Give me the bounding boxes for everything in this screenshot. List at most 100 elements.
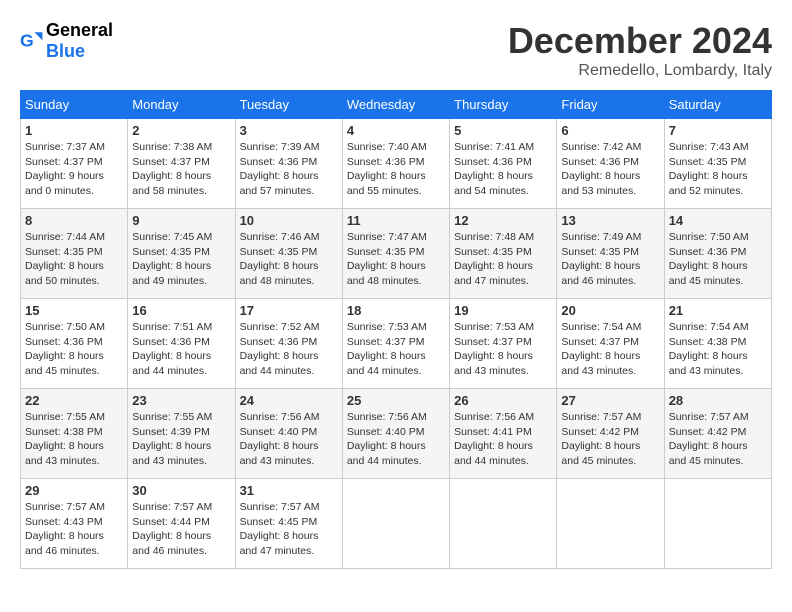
- day-info: Sunrise: 7:57 AMSunset: 4:45 PMDaylight:…: [240, 500, 338, 559]
- day-info: Sunrise: 7:46 AMSunset: 4:35 PMDaylight:…: [240, 230, 338, 289]
- day-number: 5: [454, 123, 552, 138]
- calendar-day-cell: 18Sunrise: 7:53 AMSunset: 4:37 PMDayligh…: [342, 299, 449, 389]
- location-subtitle: Remedello, Lombardy, Italy: [508, 62, 772, 80]
- col-header-sunday: Sunday: [21, 91, 128, 119]
- day-info: Sunrise: 7:56 AMSunset: 4:40 PMDaylight:…: [240, 410, 338, 469]
- calendar-day-cell: 15 Sunrise: 7:50 AMSunset: 4:36 PMDayligh…: [21, 299, 128, 389]
- logo-blue: Blue: [46, 41, 85, 61]
- calendar-day-cell: 26Sunrise: 7:56 AMSunset: 4:41 PMDayligh…: [450, 389, 557, 479]
- calendar-day-cell: 14Sunrise: 7:50 AMSunset: 4:36 PMDayligh…: [664, 209, 771, 299]
- col-header-monday: Monday: [128, 91, 235, 119]
- day-info: Sunrise: 7:57 AMSunset: 4:44 PMDaylight:…: [132, 500, 230, 559]
- empty-cell: [450, 479, 557, 569]
- calendar-day-cell: 30 Sunrise: 7:57 AMSunset: 4:44 PMDayligh…: [128, 479, 235, 569]
- day-number: 6: [561, 123, 659, 138]
- day-number: 25: [347, 393, 445, 408]
- calendar-day-cell: 3 Sunrise: 7:39 AMSunset: 4:36 PMDaylight…: [235, 119, 342, 209]
- day-info: Sunrise: 7:39 AMSunset: 4:36 PMDaylight:…: [240, 140, 338, 199]
- page-header: G GeneralBlue December 2024 Remedello, L…: [20, 20, 772, 80]
- calendar-day-cell: 11 Sunrise: 7:47 AMSunset: 4:35 PMDayligh…: [342, 209, 449, 299]
- day-info: Sunrise: 7:44 AMSunset: 4:35 PMDaylight:…: [25, 230, 123, 289]
- calendar-day-cell: 22 Sunrise: 7:55 AMSunset: 4:38 PMDayligh…: [21, 389, 128, 479]
- day-number: 10: [240, 213, 338, 228]
- day-number: 3: [240, 123, 338, 138]
- day-number: 1: [25, 123, 123, 138]
- calendar-day-cell: 4 Sunrise: 7:40 AMSunset: 4:36 PMDaylight…: [342, 119, 449, 209]
- calendar-day-cell: 28Sunrise: 7:57 AMSunset: 4:42 PMDayligh…: [664, 389, 771, 479]
- empty-cell: [557, 479, 664, 569]
- day-number: 31: [240, 483, 338, 498]
- day-info: Sunrise: 7:53 AMSunset: 4:37 PMDaylight:…: [454, 320, 552, 379]
- day-number: 29: [25, 483, 123, 498]
- logo: G GeneralBlue: [20, 20, 113, 62]
- svg-text:G: G: [20, 31, 34, 51]
- day-info: Sunrise: 7:48 AMSunset: 4:35 PMDaylight:…: [454, 230, 552, 289]
- empty-cell: [664, 479, 771, 569]
- day-number: 30: [132, 483, 230, 498]
- calendar-week-row: 29 Sunrise: 7:57 AMSunset: 4:43 PMDayligh…: [21, 479, 772, 569]
- day-info: Sunrise: 7:47 AMSunset: 4:35 PMDaylight:…: [347, 230, 445, 289]
- calendar-day-cell: 12 Sunrise: 7:48 AMSunset: 4:35 PMDayligh…: [450, 209, 557, 299]
- col-header-tuesday: Tuesday: [235, 91, 342, 119]
- calendar-day-cell: 8 Sunrise: 7:44 AMSunset: 4:35 PMDaylight…: [21, 209, 128, 299]
- day-info: Sunrise: 7:54 AMSunset: 4:37 PMDaylight:…: [561, 320, 659, 379]
- calendar-day-cell: 29 Sunrise: 7:57 AMSunset: 4:43 PMDayligh…: [21, 479, 128, 569]
- day-info: Sunrise: 7:57 AMSunset: 4:43 PMDaylight:…: [25, 500, 123, 559]
- day-info: Sunrise: 7:51 AMSunset: 4:36 PMDaylight:…: [132, 320, 230, 379]
- logo-general: GeneralBlue: [46, 20, 113, 62]
- day-info: Sunrise: 7:38 AMSunset: 4:37 PMDaylight:…: [132, 140, 230, 199]
- calendar-table: SundayMondayTuesdayWednesdayThursdayFrid…: [20, 90, 772, 569]
- col-header-wednesday: Wednesday: [342, 91, 449, 119]
- calendar-day-cell: 13 Sunrise: 7:49 AMSunset: 4:35 PMDayligh…: [557, 209, 664, 299]
- day-number: 13: [561, 213, 659, 228]
- calendar-week-row: 1 Sunrise: 7:37 AMSunset: 4:37 PMDaylight…: [21, 119, 772, 209]
- day-number: 19: [454, 303, 552, 318]
- calendar-week-row: 15 Sunrise: 7:50 AMSunset: 4:36 PMDayligh…: [21, 299, 772, 389]
- day-number: 23: [132, 393, 230, 408]
- col-header-friday: Friday: [557, 91, 664, 119]
- calendar-day-cell: 6 Sunrise: 7:42 AMSunset: 4:36 PMDaylight…: [557, 119, 664, 209]
- col-header-thursday: Thursday: [450, 91, 557, 119]
- day-info: Sunrise: 7:53 AMSunset: 4:37 PMDaylight:…: [347, 320, 445, 379]
- calendar-day-cell: 1 Sunrise: 7:37 AMSunset: 4:37 PMDaylight…: [21, 119, 128, 209]
- day-info: Sunrise: 7:55 AMSunset: 4:38 PMDaylight:…: [25, 410, 123, 469]
- day-info: Sunrise: 7:56 AMSunset: 4:41 PMDaylight:…: [454, 410, 552, 469]
- calendar-day-cell: 2 Sunrise: 7:38 AMSunset: 4:37 PMDaylight…: [128, 119, 235, 209]
- day-info: Sunrise: 7:43 AMSunset: 4:35 PMDaylight:…: [669, 140, 767, 199]
- day-info: Sunrise: 7:54 AMSunset: 4:38 PMDaylight:…: [669, 320, 767, 379]
- calendar-day-cell: 31 Sunrise: 7:57 AMSunset: 4:45 PMDayligh…: [235, 479, 342, 569]
- day-number: 28: [669, 393, 767, 408]
- day-info: Sunrise: 7:37 AMSunset: 4:37 PMDaylight:…: [25, 140, 123, 199]
- calendar-day-cell: 23Sunrise: 7:55 AMSunset: 4:39 PMDayligh…: [128, 389, 235, 479]
- calendar-day-cell: 21Sunrise: 7:54 AMSunset: 4:38 PMDayligh…: [664, 299, 771, 389]
- day-info: Sunrise: 7:42 AMSunset: 4:36 PMDaylight:…: [561, 140, 659, 199]
- col-header-saturday: Saturday: [664, 91, 771, 119]
- title-area: December 2024 Remedello, Lombardy, Italy: [508, 20, 772, 80]
- day-number: 11: [347, 213, 445, 228]
- calendar-day-cell: 9Sunrise: 7:45 AMSunset: 4:35 PMDaylight…: [128, 209, 235, 299]
- day-number: 15: [25, 303, 123, 318]
- day-number: 9: [132, 213, 230, 228]
- day-info: Sunrise: 7:50 AMSunset: 4:36 PMDaylight:…: [669, 230, 767, 289]
- month-title: December 2024: [508, 20, 772, 62]
- logo-icon: G: [20, 29, 44, 53]
- day-number: 16: [132, 303, 230, 318]
- day-number: 22: [25, 393, 123, 408]
- day-number: 4: [347, 123, 445, 138]
- day-info: Sunrise: 7:50 AMSunset: 4:36 PMDaylight:…: [25, 320, 123, 379]
- day-number: 12: [454, 213, 552, 228]
- day-number: 27: [561, 393, 659, 408]
- day-info: Sunrise: 7:40 AMSunset: 4:36 PMDaylight:…: [347, 140, 445, 199]
- day-number: 2: [132, 123, 230, 138]
- day-info: Sunrise: 7:41 AMSunset: 4:36 PMDaylight:…: [454, 140, 552, 199]
- empty-cell: [342, 479, 449, 569]
- calendar-day-cell: 5 Sunrise: 7:41 AMSunset: 4:36 PMDaylight…: [450, 119, 557, 209]
- calendar-day-cell: 10 Sunrise: 7:46 AMSunset: 4:35 PMDayligh…: [235, 209, 342, 299]
- day-number: 24: [240, 393, 338, 408]
- calendar-day-cell: 24 Sunrise: 7:56 AMSunset: 4:40 PMDayligh…: [235, 389, 342, 479]
- calendar-week-row: 22 Sunrise: 7:55 AMSunset: 4:38 PMDayligh…: [21, 389, 772, 479]
- calendar-day-cell: 25Sunrise: 7:56 AMSunset: 4:40 PMDayligh…: [342, 389, 449, 479]
- day-number: 8: [25, 213, 123, 228]
- day-info: Sunrise: 7:49 AMSunset: 4:35 PMDaylight:…: [561, 230, 659, 289]
- calendar-day-cell: 17Sunrise: 7:52 AMSunset: 4:36 PMDayligh…: [235, 299, 342, 389]
